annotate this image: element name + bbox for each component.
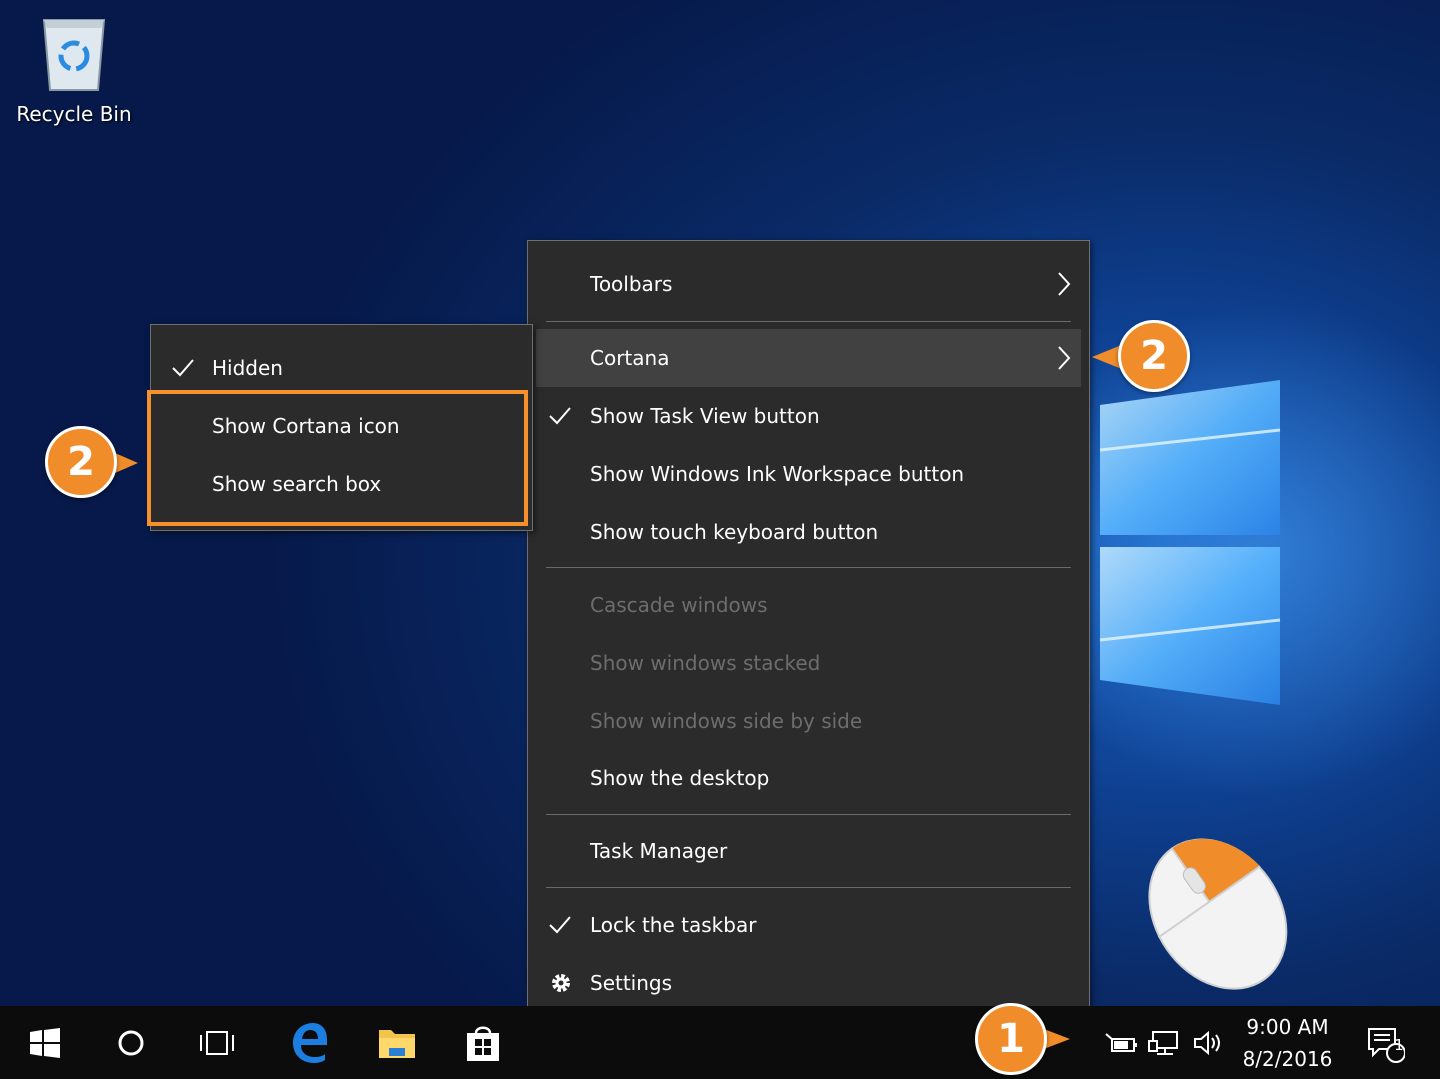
menu-separator	[546, 567, 1071, 568]
menu-separator	[546, 887, 1071, 888]
menu-item-label: Show the desktop	[590, 766, 770, 790]
menu-item-label: Cascade windows	[590, 593, 768, 617]
checkmark-icon	[549, 916, 571, 934]
menu-item-label: Cortana	[590, 346, 670, 370]
cortana-button[interactable]	[106, 1006, 156, 1079]
volume-icon	[1194, 1030, 1220, 1055]
menu-item-show-ink-workspace[interactable]: Show Windows Ink Workspace button	[528, 445, 1089, 503]
chevron-right-icon	[1058, 272, 1071, 296]
edge-button[interactable]	[284, 1006, 334, 1079]
menu-separator	[546, 321, 1071, 322]
action-center-button[interactable]: 1	[1360, 1006, 1410, 1079]
checkmark-icon	[172, 359, 194, 377]
recycle-bin-icon	[42, 19, 106, 91]
menu-item-lock-taskbar[interactable]: Lock the taskbar	[528, 896, 1089, 954]
callout-badge-step1: 1	[975, 1003, 1047, 1075]
menu-item-label: Lock the taskbar	[590, 913, 757, 937]
menu-item-cortana[interactable]: Cortana	[536, 329, 1081, 387]
clock-time: 9:00 AM	[1246, 1015, 1329, 1039]
recycle-bin-label: Recycle Bin	[16, 102, 132, 126]
menu-item-cascade-windows: Cascade windows	[528, 576, 1089, 634]
callout-badge-step2-main: 2	[1118, 320, 1190, 392]
chevron-right-icon	[1058, 346, 1071, 370]
submenu-item-label: Hidden	[212, 356, 283, 380]
edge-icon	[293, 1022, 327, 1063]
menu-separator	[546, 814, 1071, 815]
file-explorer-button[interactable]	[372, 1006, 422, 1079]
cortana-circle-icon	[118, 1030, 144, 1055]
submenu-item-hidden[interactable]: Hidden	[151, 339, 532, 397]
menu-item-label: Task Manager	[590, 839, 728, 863]
clock-date: 8/2/2016	[1242, 1047, 1333, 1071]
start-icon	[30, 1027, 60, 1058]
task-view-button[interactable]	[192, 1006, 242, 1079]
task-view-icon	[200, 1030, 234, 1055]
menu-item-show-touch-keyboard[interactable]: Show touch keyboard button	[528, 503, 1089, 561]
menu-item-task-manager[interactable]: Task Manager	[528, 822, 1089, 880]
menu-item-label: Show windows side by side	[590, 709, 863, 733]
file-explorer-icon	[379, 1029, 415, 1058]
taskbar-clock[interactable]: 9:00 AM 8/2/2016	[1240, 1006, 1335, 1079]
store-button[interactable]	[458, 1006, 508, 1079]
recycle-bin[interactable]: Recycle Bin	[14, 14, 134, 126]
menu-item-label: Show windows stacked	[590, 651, 821, 675]
start-button[interactable]	[20, 1006, 70, 1079]
menu-item-label: Show touch keyboard button	[590, 520, 879, 544]
gear-icon	[552, 974, 570, 992]
menu-item-label: Settings	[590, 971, 673, 995]
menu-item-label: Toolbars	[590, 272, 673, 296]
power-tray-button[interactable]	[1102, 1006, 1140, 1079]
network-icon	[1148, 1030, 1178, 1055]
menu-item-show-desktop[interactable]: Show the desktop	[528, 749, 1089, 807]
power-icon	[1105, 1032, 1137, 1052]
taskbar-context-menu: Toolbars Cortana Show Task View button S…	[527, 240, 1090, 1027]
highlight-box	[147, 390, 528, 526]
taskbar: 1	[0, 1006, 1440, 1079]
menu-item-toolbars[interactable]: Toolbars	[528, 255, 1089, 313]
checkmark-icon	[549, 407, 571, 425]
mouse-illustration-icon	[1148, 838, 1288, 990]
menu-item-windows-stacked: Show windows stacked	[528, 634, 1089, 692]
menu-item-label: Show Task View button	[590, 404, 820, 428]
windows-logo-wallpaper	[1099, 380, 1281, 705]
menu-item-label: Show Windows Ink Workspace button	[590, 462, 965, 486]
volume-tray-button[interactable]	[1190, 1006, 1228, 1079]
notification-count-badge: 1	[1394, 1036, 1404, 1054]
network-tray-button[interactable]	[1145, 1006, 1183, 1079]
store-icon	[467, 1026, 499, 1061]
menu-item-show-task-view[interactable]: Show Task View button	[528, 387, 1089, 445]
callout-badge-step2-sub: 2	[45, 426, 117, 498]
menu-item-windows-side-by-side: Show windows side by side	[528, 692, 1089, 750]
